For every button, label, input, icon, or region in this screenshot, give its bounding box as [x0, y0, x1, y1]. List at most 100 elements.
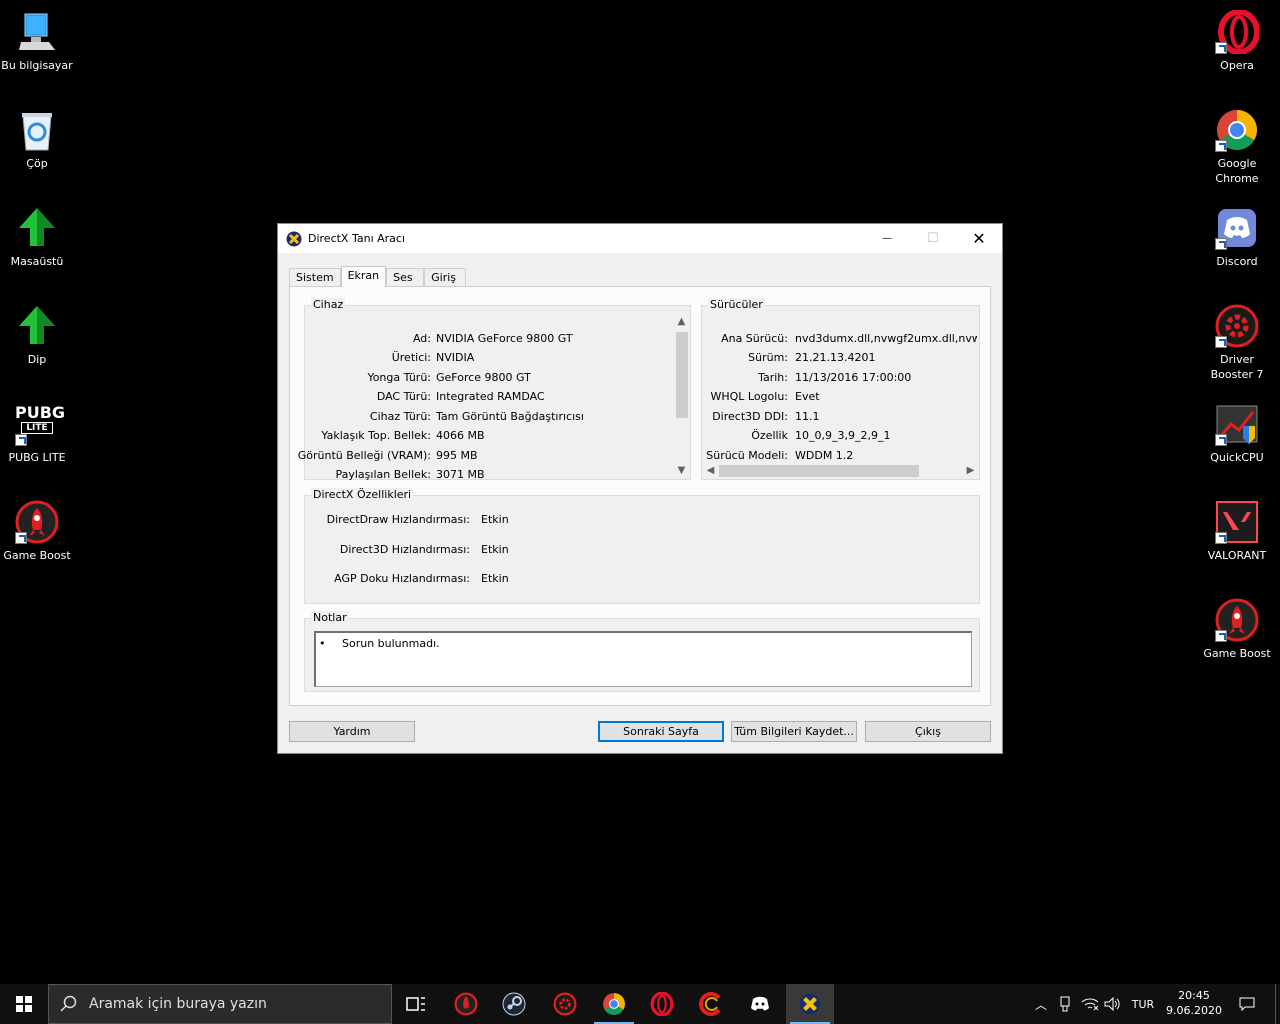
notes-textbox[interactable]: • Sorun bulunmadı. — [314, 631, 972, 687]
desktop-icon-game-boost-right[interactable]: Game Boost — [1199, 598, 1275, 661]
driver-key: Ana Sürücü: — [721, 332, 788, 345]
driver-key: Sürüm: — [748, 351, 788, 364]
opera-icon — [650, 992, 674, 1016]
taskbar-driver-booster[interactable] — [541, 984, 589, 1024]
language-indicator[interactable]: TUR — [1126, 984, 1160, 1024]
feature-value: Etkin — [481, 543, 509, 556]
pubg-logo-sub: LITE — [21, 422, 53, 434]
device-vertical-scrollbar[interactable]: ▲ ▼ — [674, 314, 689, 478]
task-view-button[interactable] — [392, 984, 440, 1024]
device-row: Üretici: NVIDIA — [305, 351, 675, 365]
device-value: 4066 MB — [436, 429, 485, 442]
device-value: 995 MB — [436, 449, 478, 462]
driver-key: WHQL Logolu: — [710, 390, 788, 403]
note-item: Sorun bulunmadı. — [342, 637, 440, 650]
scroll-right-arrow-icon[interactable]: ▶ — [963, 463, 978, 478]
desktop-icon-label: Dip — [27, 353, 47, 366]
network-tray[interactable] — [1078, 984, 1102, 1024]
minimize-button[interactable]: — — [864, 224, 910, 253]
game-boost-icon — [1215, 598, 1259, 642]
clock[interactable]: 20:45 9.06.2020 — [1164, 988, 1224, 1018]
device-row: Cihaz Türü: Tam Görüntü Bağdaştırıcısı — [305, 410, 675, 424]
desktop-icon-dip[interactable]: Dip — [0, 304, 75, 367]
steam-icon — [502, 992, 526, 1016]
green-arrow-icon — [15, 304, 59, 348]
device-key: Üretici: — [391, 351, 431, 364]
desktop-icon-game-boost-left[interactable]: Game Boost — [0, 500, 75, 563]
close-button[interactable]: ✕ — [956, 224, 1002, 253]
desktop-icon-pubg-lite[interactable]: PUBG LITE PUBG LITE — [0, 402, 75, 465]
feature-row: Direct3D Hızlandırması: Etkin — [305, 543, 705, 557]
scroll-thumb[interactable] — [719, 465, 919, 477]
desktop-icon-this-pc[interactable]: Bu bilgisayar — [0, 10, 75, 73]
usb-icon — [1060, 996, 1070, 1012]
show-hidden-icons-button[interactable]: ︿ — [1030, 984, 1052, 1024]
scroll-thumb[interactable] — [676, 332, 688, 418]
taskbar-chrome[interactable] — [590, 984, 638, 1024]
search-placeholder: Aramak için buraya yazın — [89, 996, 267, 1012]
feature-value: Etkin — [481, 513, 509, 526]
action-center-button[interactable] — [1232, 984, 1262, 1024]
feature-key: DirectDraw Hızlandırması: — [326, 513, 470, 526]
desktop-icon-label: QuickCPU — [1210, 451, 1264, 464]
device-row: Ad: NVIDIA GeForce 9800 GT — [305, 332, 675, 346]
device-value: NVIDIA GeForce 9800 GT — [436, 332, 573, 345]
discord-icon — [1215, 206, 1259, 250]
scroll-left-arrow-icon[interactable]: ◀ — [703, 463, 718, 478]
taskbar-ccleaner[interactable] — [687, 984, 735, 1024]
tab-bar: Sistem Ekran Ses Giriş — [289, 266, 467, 287]
tab-sistem[interactable]: Sistem — [289, 268, 341, 287]
desktop-icon-chrome[interactable]: Google Chrome — [1199, 108, 1275, 186]
help-button[interactable]: Yardım — [289, 721, 415, 742]
show-desktop-button[interactable] — [1275, 984, 1280, 1024]
usb-tray[interactable] — [1054, 984, 1076, 1024]
taskbar-game-boost[interactable] — [442, 984, 490, 1024]
driver-value: 10_0,9_3,9_2,9_1 — [795, 429, 891, 442]
shortcut-arrow-icon — [1215, 42, 1227, 54]
desktop-icon-discord[interactable]: Discord — [1199, 206, 1275, 269]
scroll-down-arrow-icon[interactable]: ▼ — [674, 463, 689, 478]
desktop-icon-valorant[interactable]: VALORANT — [1199, 500, 1275, 563]
device-key: Yaklaşık Top. Bellek: — [321, 429, 431, 442]
shortcut-arrow-icon — [1215, 434, 1227, 446]
desktop-icon-label: Bu bilgisayar — [1, 59, 73, 72]
tab-ekran[interactable]: Ekran — [340, 266, 387, 287]
search-box[interactable]: Aramak için buraya yazın — [48, 984, 392, 1024]
taskbar-directx[interactable] — [786, 984, 834, 1024]
device-value: Tam Görüntü Bağdaştırıcısı — [436, 410, 584, 423]
driver-row: Sürücü Modeli: WDDM 1.2 — [702, 449, 977, 463]
start-button[interactable] — [0, 984, 48, 1024]
pubg-lite-icon: PUBG LITE — [15, 402, 66, 446]
maximize-button[interactable]: ☐ — [910, 224, 956, 253]
driver-key: Sürücü Modeli: — [706, 449, 788, 462]
desktop-icon-opera[interactable]: Opera — [1199, 10, 1275, 73]
desktop-icon-label: Opera — [1220, 59, 1254, 72]
scroll-up-arrow-icon[interactable]: ▲ — [674, 314, 689, 329]
taskbar-steam[interactable] — [490, 984, 538, 1024]
driver-key: Özellik — [751, 429, 788, 442]
title-bar[interactable]: DirectX Tanı Aracı — ☐ ✕ — [278, 224, 1002, 253]
exit-button[interactable]: Çıkış — [865, 721, 991, 742]
notes-group: Notlar • Sorun bulunmadı. — [304, 611, 980, 692]
chevron-up-icon: ︿ — [1034, 997, 1047, 1012]
shortcut-arrow-icon — [1215, 336, 1227, 348]
feature-key: AGP Doku Hızlandırması: — [334, 572, 470, 585]
taskbar-opera[interactable] — [638, 984, 686, 1024]
tab-giris[interactable]: Giriş — [424, 268, 467, 287]
desktop-icon-recycle-bin[interactable]: Çöp — [0, 108, 75, 171]
driver-row: Tarih: 11/13/2016 17:00:00 — [702, 371, 977, 385]
drivers-horizontal-scrollbar[interactable]: ◀ ▶ — [703, 463, 978, 478]
desktop-icon-driver-booster[interactable]: Driver Booster 7 — [1199, 304, 1275, 382]
desktop-icon-quickcpu[interactable]: QuickCPU — [1199, 402, 1275, 465]
tab-ses[interactable]: Ses — [386, 268, 425, 287]
green-arrow-icon — [15, 206, 59, 250]
next-page-button[interactable]: Sonraki Sayfa — [598, 721, 724, 742]
desktop-icon-masaustu[interactable]: Masaüstü — [0, 206, 75, 269]
volume-tray[interactable] — [1102, 984, 1124, 1024]
window-title: DirectX Tanı Aracı — [308, 232, 406, 245]
pubg-logo-text: PUBG — [15, 403, 66, 422]
driver-row: Özellik 10_0,9_3,9_2,9_1 — [702, 429, 977, 443]
features-group-title: DirectX Özellikleri — [311, 488, 414, 501]
save-all-info-button[interactable]: Tüm Bilgileri Kaydet... — [731, 721, 857, 742]
taskbar-discord[interactable] — [736, 984, 784, 1024]
